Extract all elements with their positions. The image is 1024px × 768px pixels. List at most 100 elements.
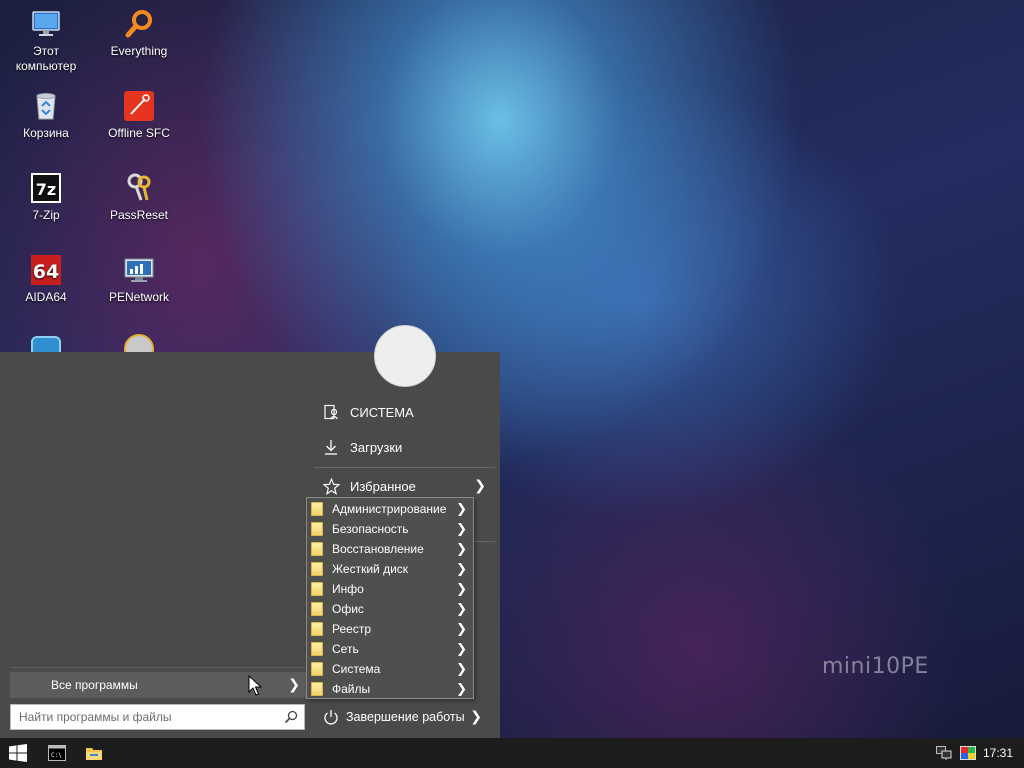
network-monitor-icon — [123, 254, 155, 286]
hidden-desktop-icon — [124, 334, 156, 352]
folder-icon — [311, 622, 323, 636]
desktop-icon-aida64[interactable]: 64 AIDA64 — [6, 254, 86, 305]
submenu-item-label: Безопасность — [332, 522, 409, 536]
desktop-icon-offline-sfc[interactable]: Offline SFC — [99, 90, 179, 141]
desktop-icon-label: 7-Zip — [32, 208, 60, 222]
offline-sfc-icon — [123, 90, 155, 122]
taskbar-cmd-button[interactable]: C:\ — [42, 738, 72, 768]
start-item-downloads[interactable]: Загрузки — [314, 434, 494, 460]
submenu-item-system[interactable]: Система ❯ — [307, 659, 473, 679]
desktop-icon-this-computer[interactable]: Этот компьютер — [6, 8, 86, 74]
svg-text:7z: 7z — [36, 180, 56, 199]
desktop-icon-label: Everything — [110, 44, 168, 58]
keys-icon — [123, 172, 155, 204]
submenu-item-office[interactable]: Офис ❯ — [307, 599, 473, 619]
svg-text:C:\: C:\ — [51, 752, 62, 759]
all-programs-label: Все программы — [51, 678, 138, 692]
desktop-icon-label: Этот компьютер — [15, 44, 77, 73]
power-icon — [322, 708, 340, 726]
desktop-icon-label: Offline SFC — [108, 126, 170, 140]
search-magnifier-icon — [123, 8, 155, 40]
color-icon — [960, 746, 976, 760]
start-item-favorites[interactable]: Избранное ❯ — [314, 473, 494, 499]
chevron-right-icon: ❯ — [456, 541, 467, 556]
aida64-icon: 64 — [30, 254, 62, 286]
chevron-right-icon: ❯ — [456, 621, 467, 636]
desktop-icon-passreset[interactable]: PassReset — [99, 172, 179, 223]
submenu-item-files[interactable]: Файлы ❯ — [307, 679, 473, 699]
cmd-icon: C:\ — [48, 745, 66, 761]
recycle-bin-icon — [30, 90, 62, 122]
user-folder-icon — [322, 403, 340, 421]
network-icon — [936, 746, 952, 760]
submenu-item-network[interactable]: Сеть ❯ — [307, 639, 473, 659]
submenu-item-info[interactable]: Инфо ❯ — [307, 579, 473, 599]
tray-color-icon[interactable] — [958, 738, 978, 768]
folder-icon — [311, 542, 323, 556]
folder-icon — [311, 562, 323, 576]
mouse-cursor-icon — [248, 674, 263, 700]
chevron-right-icon: ❯ — [456, 661, 467, 676]
start-button[interactable] — [0, 738, 36, 768]
submenu-item-label: Файлы — [332, 682, 371, 696]
start-item-label: СИСТЕМА — [350, 404, 414, 420]
submenu-item-hard-disk[interactable]: Жесткий диск ❯ — [307, 559, 473, 579]
star-icon — [322, 477, 340, 495]
start-menu-separator — [314, 467, 495, 468]
chevron-right-icon: ❯ — [470, 708, 482, 724]
folder-icon — [311, 682, 323, 696]
start-menu-left-separator — [10, 667, 306, 668]
start-item-label: Избранное — [350, 478, 416, 494]
desktop-icon-label: Корзина — [23, 126, 69, 140]
desktop-icon-penetwork[interactable]: PENetwork — [99, 254, 179, 305]
chevron-right-icon: ❯ — [456, 521, 467, 536]
watermark-text: mini10PE — [822, 654, 929, 679]
search-icon[interactable] — [284, 710, 298, 727]
desktop-icon-7zip[interactable]: 7z 7-Zip — [6, 172, 86, 223]
taskbar: C:\ 17:31 — [0, 738, 1024, 768]
search-placeholder: Найти программы и файлы — [19, 710, 172, 724]
submenu-item-registry[interactable]: Реестр ❯ — [307, 619, 473, 639]
chevron-right-icon: ❯ — [456, 561, 467, 576]
submenu-item-label: Инфо — [332, 582, 364, 596]
folder-icon — [311, 522, 323, 536]
chevron-right-icon: ❯ — [456, 581, 467, 596]
start-item-label: Загрузки — [350, 439, 403, 455]
submenu-item-recovery[interactable]: Восстановление ❯ — [307, 539, 473, 559]
folder-icon — [311, 602, 323, 616]
computer-icon — [30, 8, 62, 40]
submenu-item-label: Система — [332, 662, 381, 676]
submenu-item-security[interactable]: Безопасность ❯ — [307, 519, 473, 539]
submenu-item-label: Офис — [332, 602, 364, 616]
search-input[interactable]: Найти программы и файлы — [10, 704, 305, 730]
chevron-right-icon: ❯ — [456, 501, 467, 516]
chevron-right-icon: ❯ — [456, 681, 467, 696]
start-item-system[interactable]: СИСТЕМА — [314, 399, 494, 425]
hidden-desktop-icon — [31, 336, 61, 352]
folder-icon — [311, 502, 323, 516]
desktop-icon-label: PassReset — [109, 208, 169, 222]
folder-icon — [311, 582, 323, 596]
7zip-icon: 7z — [30, 172, 62, 204]
tray-network-icon[interactable] — [934, 738, 954, 768]
user-avatar[interactable] — [374, 325, 436, 387]
favorites-submenu: Администрирование ❯ Безопасность ❯ Восст… — [306, 497, 474, 699]
folder-icon — [311, 662, 323, 676]
submenu-item-label: Сеть — [332, 642, 359, 656]
download-icon — [322, 438, 340, 456]
explorer-folder-icon — [86, 748, 102, 760]
desktop-icon-label: PENetwork — [108, 290, 170, 304]
chevron-right-icon: ❯ — [456, 601, 467, 616]
desktop-icon-recycle-bin[interactable]: Корзина — [6, 90, 86, 141]
windows-logo-icon — [9, 744, 27, 762]
submenu-item-administration[interactable]: Администрирование ❯ — [307, 499, 473, 519]
chevron-right-icon: ❯ — [474, 477, 486, 493]
taskbar-explorer-button[interactable] — [78, 738, 110, 768]
svg-text:64: 64 — [33, 261, 59, 283]
desktop-icon-everything[interactable]: Everything — [99, 8, 179, 59]
chevron-right-icon: ❯ — [456, 641, 467, 656]
submenu-item-label: Реестр — [332, 622, 371, 636]
start-menu-separator — [474, 541, 495, 542]
shutdown-button[interactable]: Завершение работы ❯ — [314, 704, 494, 730]
taskbar-clock[interactable]: 17:31 — [983, 746, 1013, 760]
